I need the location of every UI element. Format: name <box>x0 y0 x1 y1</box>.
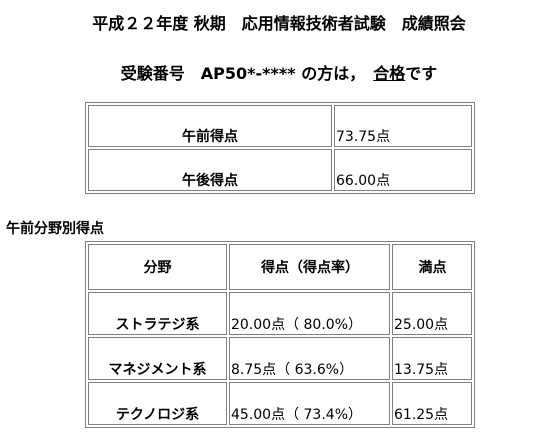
pass-verdict: 合格 <box>373 64 406 83</box>
header-field: 分野 <box>88 244 227 290</box>
result-prefix: 受験番号 AP50*-**** の方は， <box>120 64 366 83</box>
field-score: 20.00点（ 80.0%） <box>229 292 390 335</box>
am-score-value: 73.75点 <box>334 105 472 147</box>
field-full: 25.00点 <box>392 292 472 335</box>
field-score: 45.00点（ 73.4%） <box>229 382 390 425</box>
results-page: 平成２２年度 秋期 応用情報技術者試験 成績照会 受験番号 AP50*-****… <box>0 0 558 442</box>
field-name: マネジメント系 <box>88 337 227 380</box>
header-score: 得点（得点率） <box>229 244 390 290</box>
result-suffix: です <box>405 64 438 83</box>
page-title: 平成２２年度 秋期 応用情報技術者試験 成績照会 <box>92 14 466 33</box>
table-header-row: 分野 得点（得点率） 満点 <box>88 244 472 290</box>
pm-score-label: 午後得点 <box>88 149 332 191</box>
field-score: 8.75点（ 63.6%） <box>229 337 390 380</box>
field-name: テクノロジ系 <box>88 382 227 425</box>
table-row: テクノロジ系 45.00点（ 73.4%） 61.25点 <box>88 382 472 425</box>
summary-table: 午前得点 73.75点 午後得点 66.00点 <box>85 102 475 194</box>
field-name: ストラテジ系 <box>88 292 227 335</box>
breakdown-table: 分野 得点（得点率） 満点 ストラテジ系 20.00点（ 80.0%） 25.0… <box>85 241 475 428</box>
header-full: 満点 <box>392 244 472 290</box>
table-row: マネジメント系 8.75点（ 63.6%） 13.75点 <box>88 337 472 380</box>
breakdown-heading: 午前分野別得点 <box>6 221 104 237</box>
table-row: ストラテジ系 20.00点（ 80.0%） 25.00点 <box>88 292 472 335</box>
am-score-label: 午前得点 <box>88 105 332 147</box>
field-full: 13.75点 <box>392 337 472 380</box>
result-statement: 受験番号 AP50*-**** の方は， 合格です <box>0 60 558 84</box>
field-full: 61.25点 <box>392 382 472 425</box>
table-row: 午前得点 73.75点 <box>88 105 472 147</box>
table-row: 午後得点 66.00点 <box>88 149 472 191</box>
pm-score-value: 66.00点 <box>334 149 472 191</box>
